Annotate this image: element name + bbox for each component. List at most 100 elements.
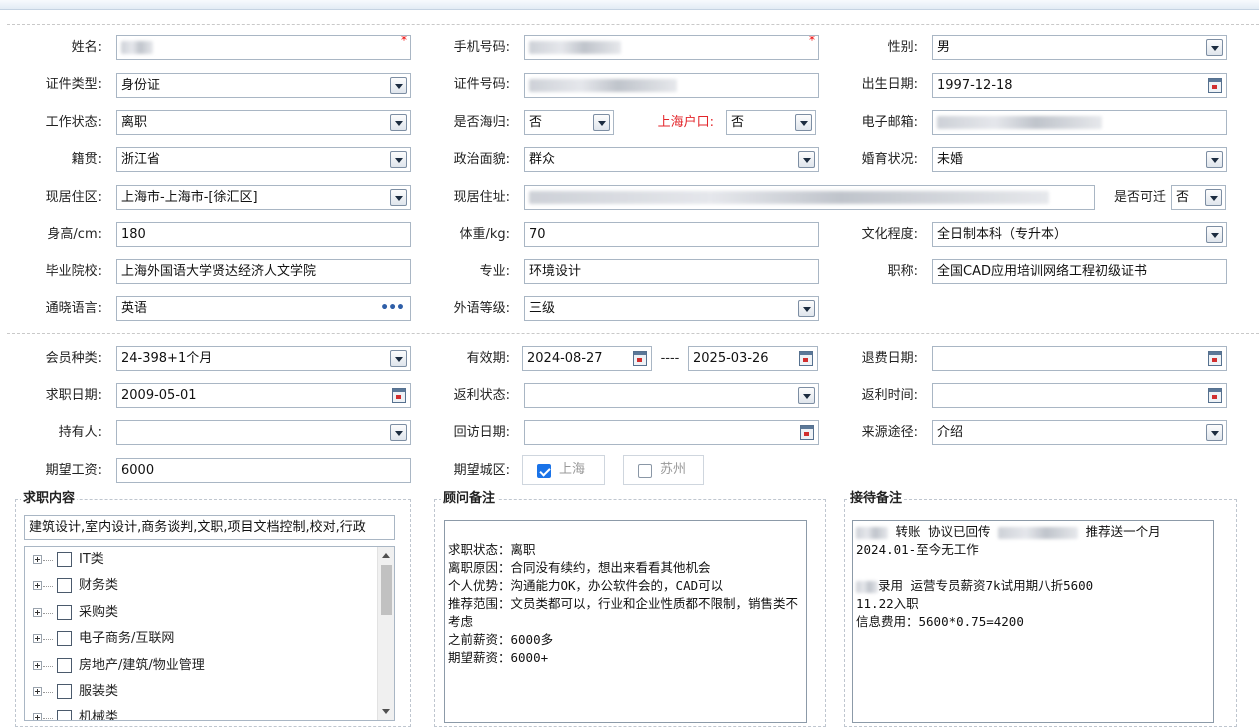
tree-item[interactable]: 采购类: [25, 602, 375, 624]
chevron-down-icon[interactable]: [798, 387, 815, 404]
native-select[interactable]: 浙江省: [116, 147, 411, 172]
chevron-down-icon[interactable]: [390, 114, 407, 131]
name-input[interactable]: *: [116, 35, 411, 60]
chevron-down-icon[interactable]: [798, 300, 815, 317]
holder-select[interactable]: [116, 420, 411, 445]
scroll-up-icon[interactable]: [382, 553, 390, 558]
scroll-thumb[interactable]: [381, 565, 392, 615]
tree-item[interactable]: IT类: [25, 549, 375, 571]
chevron-down-icon[interactable]: [390, 424, 407, 441]
valid-from-input[interactable]: 2024-08-27: [522, 346, 652, 371]
checkbox-icon[interactable]: [57, 552, 72, 567]
expand-icon[interactable]: [33, 608, 42, 617]
major-input[interactable]: 环境设计: [524, 259, 819, 284]
education-label: 文化程度:: [861, 227, 918, 242]
checkbox-icon[interactable]: [57, 658, 72, 673]
member-type-select[interactable]: 24-398+1个月: [116, 346, 411, 371]
rebate-select[interactable]: [524, 383, 819, 408]
mobile-input[interactable]: *: [524, 35, 819, 60]
calendar-icon[interactable]: [799, 351, 813, 366]
scroll-down-icon[interactable]: [382, 709, 390, 714]
overseas-select[interactable]: 否: [524, 110, 614, 135]
tree-item-label: 机械类: [79, 710, 119, 721]
rebatetime-input[interactable]: [932, 383, 1227, 408]
tree-item[interactable]: 服装类: [25, 681, 375, 703]
title-input[interactable]: 全国CAD应用培训网络工程初级证书: [932, 259, 1227, 284]
checkbox-icon[interactable]: [57, 578, 72, 593]
relocate-select[interactable]: 否: [1171, 185, 1226, 210]
reception-notes-textarea[interactable]: 转账 协议已回传 推荐送一个月 2024.01-至今无工作 录用 运营专员薪资7k试…: [852, 520, 1214, 723]
chevron-down-icon[interactable]: [593, 114, 610, 131]
revisit-date-input[interactable]: [524, 420, 819, 445]
expand-icon[interactable]: [33, 581, 42, 590]
political-select[interactable]: 群众: [524, 147, 819, 172]
reception-notes-title: 接待备注: [848, 491, 905, 507]
education-select[interactable]: 全日制本科（专升本）: [932, 222, 1227, 247]
revisit-label: 回访日期:: [453, 425, 510, 440]
district-select[interactable]: 上海市-上海市-[徐汇区]: [116, 185, 411, 210]
refund-date-input[interactable]: [932, 346, 1227, 371]
chevron-down-icon[interactable]: [1206, 424, 1223, 441]
chevron-down-icon[interactable]: [1206, 151, 1223, 168]
address-input[interactable]: [524, 185, 1095, 210]
checkbox-checked-icon[interactable]: [537, 464, 551, 478]
checkbox-icon[interactable]: [57, 605, 72, 620]
expand-icon[interactable]: [33, 661, 42, 670]
valid-to-input[interactable]: 2025-03-26: [688, 346, 818, 371]
city-option-shanghai[interactable]: 上海: [522, 455, 605, 485]
calendar-icon[interactable]: [1208, 78, 1222, 93]
expand-icon[interactable]: [33, 713, 42, 720]
chevron-down-icon[interactable]: [390, 350, 407, 367]
tree-item[interactable]: 电子商务/互联网: [25, 628, 375, 650]
expand-icon[interactable]: [33, 634, 42, 643]
idtype-select[interactable]: 身份证: [116, 73, 411, 98]
tree-scrollbar[interactable]: [377, 547, 394, 720]
chevron-down-icon[interactable]: [798, 151, 815, 168]
calendar-icon[interactable]: [800, 425, 814, 440]
education-value: 全日制本科（专升本）: [937, 227, 1068, 242]
tree-item[interactable]: 财务类: [25, 575, 375, 597]
marital-select[interactable]: 未婚: [932, 147, 1227, 172]
source-select[interactable]: 介绍: [932, 420, 1227, 445]
note-line: 期望薪资：6000+: [448, 650, 549, 665]
advisor-notes-textarea[interactable]: 求职状态：离职 离职原因：合同没有续约，想出来看看其他机会 个人优势：沟通能力OK，…: [444, 520, 807, 723]
chevron-down-icon[interactable]: [795, 114, 812, 131]
chevron-down-icon[interactable]: [390, 151, 407, 168]
chevron-down-icon[interactable]: [1206, 226, 1223, 243]
weight-input[interactable]: 70: [524, 222, 819, 247]
checkbox-icon[interactable]: [638, 464, 652, 478]
calendar-icon[interactable]: [633, 351, 647, 366]
shhukou-select[interactable]: 否: [726, 110, 816, 135]
height-input[interactable]: 180: [116, 222, 411, 247]
job-content-summary-input[interactable]: 建筑设计,室内设计,商务谈判,文职,项目文档控制,校对,行政: [24, 515, 395, 540]
note-line: 录用 运营专员薪资7k试用期八折5600: [878, 578, 1094, 593]
tree-item[interactable]: 机械类: [25, 707, 375, 721]
calendar-icon[interactable]: [1208, 351, 1222, 366]
expand-icon[interactable]: [33, 555, 42, 564]
calendar-icon[interactable]: [392, 388, 406, 403]
checkbox-icon[interactable]: [57, 684, 72, 699]
workstatus-select[interactable]: 离职: [116, 110, 411, 135]
school-input[interactable]: 上海外国语大学贤达经济人文学院: [116, 259, 411, 284]
chevron-down-icon[interactable]: [390, 77, 407, 94]
jobdate-input[interactable]: 2009-05-01: [116, 383, 411, 408]
chevron-down-icon[interactable]: [1205, 189, 1222, 206]
gender-select[interactable]: 男: [932, 35, 1227, 60]
birth-date-input[interactable]: 1997-12-18: [932, 73, 1227, 98]
salary-input[interactable]: 6000: [116, 458, 411, 483]
language-input[interactable]: 英语 •••: [116, 296, 411, 321]
calendar-icon[interactable]: [1208, 388, 1222, 403]
job-category-tree[interactable]: IT类 财务类 采购类 电子商务/互联网 房地产/建筑/物业管理 服装类 机械类: [24, 546, 395, 721]
checkbox-icon[interactable]: [57, 631, 72, 646]
email-input[interactable]: [932, 110, 1227, 135]
city-option-suzhou[interactable]: 苏州: [623, 455, 704, 485]
expand-icon[interactable]: [33, 687, 42, 696]
city-suzhou-label: 苏州: [660, 462, 687, 477]
langlevel-select[interactable]: 三级: [524, 296, 819, 321]
more-icon[interactable]: •••: [380, 297, 405, 319]
checkbox-icon[interactable]: [57, 710, 72, 720]
tree-item[interactable]: 房地产/建筑/物业管理: [25, 655, 375, 677]
chevron-down-icon[interactable]: [390, 189, 407, 206]
chevron-down-icon[interactable]: [1206, 39, 1223, 56]
idno-input[interactable]: [524, 73, 819, 98]
